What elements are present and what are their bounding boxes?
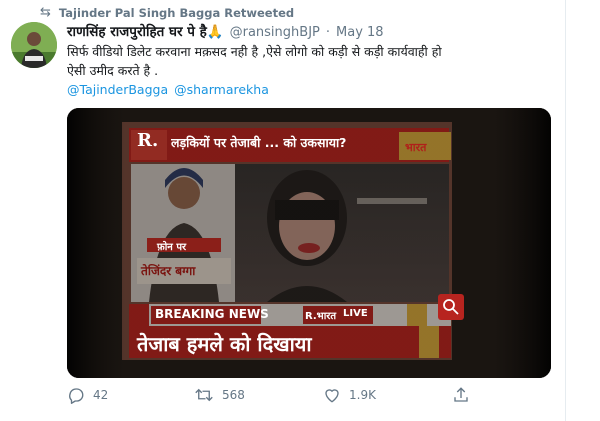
live-badge: LIVE <box>343 308 368 319</box>
reply-button[interactable]: 42 <box>67 386 108 404</box>
live-brand: R.भारत <box>305 311 337 322</box>
share-button[interactable] <box>452 386 470 404</box>
tweet-card[interactable]: ⇆ Tajinder Pal Singh Bagga Retweeted राण… <box>0 0 566 421</box>
channel-brand: भारत <box>405 141 427 154</box>
channel-logo: R. <box>137 130 159 151</box>
mention-link[interactable]: @sharmarekha <box>174 82 269 97</box>
tweet-text-line: ऐसी उमीद करते है . <box>67 63 159 78</box>
avatar[interactable] <box>11 22 57 68</box>
video-headline: लड़कियों पर तेजाबी ... को उकसाया? <box>171 135 347 150</box>
tweet-text-line: सिर्फ वीडियो डिलेट करवाना मक़सद नही है ,… <box>67 44 442 59</box>
retweet-context[interactable]: ⇆ Tajinder Pal Singh Bagga Retweeted <box>40 5 294 20</box>
video-player[interactable]: R. लड़कियों पर तेजाबी ... को उकसाया? भार… <box>67 108 551 378</box>
like-button[interactable]: 1.9K <box>323 386 376 404</box>
reply-icon <box>69 388 84 404</box>
display-name[interactable]: राणसिंह राजपुरोहित घर पे है🙏 <box>67 22 224 40</box>
mention-link[interactable]: @TajinderBagga <box>67 82 168 97</box>
zoom-icon[interactable] <box>438 294 464 320</box>
retweet-count: 568 <box>222 388 245 402</box>
phone-label: फ़ोन पर <box>157 242 187 253</box>
retweet-label: Tajinder Pal Singh Bagga Retweeted <box>58 5 295 20</box>
heart-icon <box>325 389 339 403</box>
mentions: @TajinderBagga @sharmarekha <box>67 82 269 97</box>
retweet-action-icon <box>195 388 213 402</box>
tweet-header: राणसिंह राजपुरोहित घर पे है🙏 @ransinghBJ… <box>67 22 384 40</box>
reply-count: 42 <box>93 388 109 402</box>
separator: · <box>325 25 331 40</box>
person-name: तेजिंदर बग्गा <box>141 264 196 278</box>
share-icon <box>454 387 468 402</box>
tweet-actions: 42 568 1.9K <box>67 386 487 408</box>
retweet-button[interactable]: 568 <box>194 386 245 404</box>
breaking-news-label: BREAKING NEWS <box>155 307 269 321</box>
page-margin <box>566 0 600 421</box>
user-handle[interactable]: @ransinghBJP <box>230 25 320 40</box>
video-ticker: तेजाब हमले को दिखाया <box>137 332 312 356</box>
tweet-text: सिर्फ वीडियो डिलेट करवाना मक़सद नही है ,… <box>67 42 547 80</box>
like-count: 1.9K <box>349 388 376 402</box>
tweet-date[interactable]: May 18 <box>336 25 384 40</box>
retweet-icon: ⇆ <box>40 5 51 20</box>
